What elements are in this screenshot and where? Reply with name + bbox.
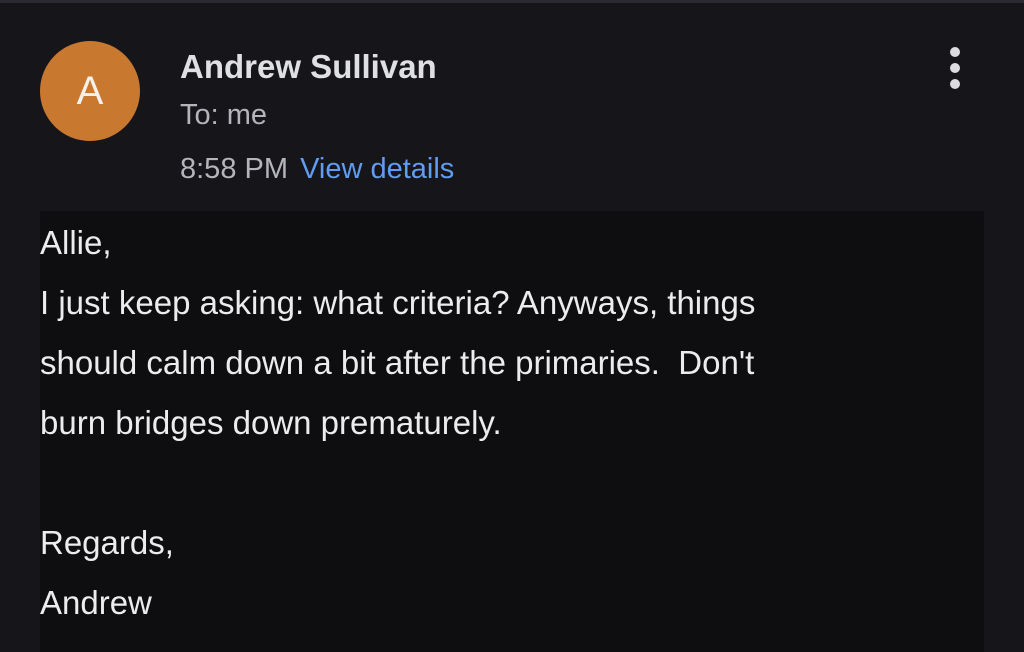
body-line-blank bbox=[40, 453, 984, 513]
message-body: Allie, I just keep asking: what criteria… bbox=[40, 211, 984, 652]
body-line: I just keep asking: what criteria? Anywa… bbox=[40, 284, 756, 321]
email-header: A Andrew Sullivan To: me 8:58 PM View de… bbox=[0, 0, 1024, 205]
more-options-button[interactable] bbox=[940, 44, 970, 92]
more-vertical-icon bbox=[950, 47, 960, 57]
body-line: Andrew bbox=[40, 584, 152, 621]
more-vertical-icon-dot bbox=[950, 79, 960, 89]
body-line: Allie, bbox=[40, 224, 112, 261]
body-line: burn bridges down prematurely. bbox=[40, 404, 502, 441]
meta-line: 8:58 PM View details bbox=[180, 153, 454, 186]
sender-avatar[interactable]: A bbox=[40, 41, 140, 141]
view-details-link[interactable]: View details bbox=[300, 153, 454, 185]
avatar-initial: A bbox=[76, 68, 104, 113]
body-line: Regards, bbox=[40, 524, 174, 561]
more-vertical-icon-dot bbox=[950, 63, 960, 73]
recipient-line: To: me bbox=[180, 99, 268, 131]
body-line: should calm down a bit after the primari… bbox=[40, 344, 755, 381]
message-time: 8:58 PM bbox=[180, 153, 288, 185]
sender-name[interactable]: Andrew Sullivan bbox=[180, 48, 437, 86]
